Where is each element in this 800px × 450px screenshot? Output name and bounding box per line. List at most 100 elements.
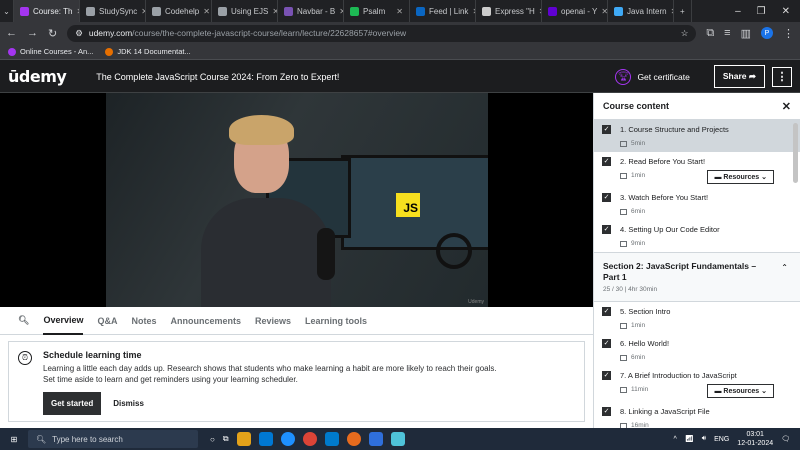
browser-tab[interactable]: Codehelp ✕	[146, 0, 212, 22]
udemy-header: ūdemy The Complete JavaScript Course 202…	[0, 61, 800, 93]
lecture-duration: 6min	[631, 354, 646, 361]
close-sidebar-icon[interactable]: ✕	[782, 100, 791, 113]
browser-tab[interactable]: openai - Y ✕	[542, 0, 608, 22]
lecture-item[interactable]: ✓ 4. Setting Up Our Code Editor 9min	[594, 220, 800, 252]
tab-notes[interactable]: Notes	[131, 307, 156, 335]
completed-checkbox-icon[interactable]: ✓	[602, 225, 611, 234]
url-field[interactable]: ⚙ udemy.com/course/the-complete-javascri…	[67, 24, 697, 42]
lecture-item[interactable]: ✓ 8. Linking a JavaScript File 16min	[594, 402, 800, 428]
lecture-item[interactable]: ✓ 7. A Brief Introduction to JavaScript 11…	[594, 366, 800, 402]
sidebar-scrollbar[interactable]	[793, 123, 798, 183]
volume-icon[interactable]: 🔊︎	[702, 435, 706, 443]
browser-menu-icon[interactable]: ⋮	[783, 27, 794, 40]
browser-tab[interactable]: Navbar - B✕	[278, 0, 344, 22]
lecture-item[interactable]: ✓ 1. Course Structure and Projects 5min	[594, 120, 800, 152]
resources-dropdown[interactable]: ▬ Resources ⌄	[707, 384, 774, 398]
app2-icon[interactable]	[390, 432, 405, 446]
bookmark-online-courses[interactable]: Online Courses - An...	[8, 47, 93, 56]
taskbar-search[interactable]: 🔍︎ Type here to search	[28, 430, 198, 448]
app-icon[interactable]	[346, 432, 361, 446]
windows-start-icon[interactable]: ⊞	[0, 435, 28, 444]
tab-search-icon[interactable]: 🔍︎	[18, 307, 29, 335]
close-window-icon[interactable]: ✕	[782, 6, 790, 17]
tab-learning-tools[interactable]: Learning tools	[305, 307, 367, 335]
udemy-logo[interactable]: ūdemy	[8, 67, 67, 86]
completed-checkbox-icon[interactable]: ✓	[602, 125, 611, 134]
tab-announcements[interactable]: Announcements	[170, 307, 241, 335]
share-button[interactable]: Share ➦	[713, 65, 765, 88]
tray-chevron-icon[interactable]: ^	[674, 436, 677, 443]
browser-tab[interactable]: Psalm ✕	[344, 0, 410, 22]
side-panel-icon[interactable]: ▥	[741, 27, 751, 40]
reload-icon[interactable]: ↻	[48, 27, 57, 40]
lecture-title: 6. Hello World!	[620, 339, 670, 348]
lecture-item[interactable]: ✓ 3. Watch Before You Start! 6min	[594, 188, 800, 220]
completed-checkbox-icon[interactable]: ✓	[602, 339, 611, 348]
section-title: Section 2: JavaScript Fundamentals – Par…	[603, 261, 757, 282]
site-info-icon[interactable]: ⚙	[75, 28, 83, 39]
section-header[interactable]: Section 2: JavaScript Fundamentals – Par…	[594, 252, 800, 302]
more-options-button[interactable]: ⋮	[772, 66, 792, 87]
lecture-item[interactable]: ✓ 6. Hello World! 6min	[594, 334, 800, 366]
lecture-item[interactable]: ✓ 2. Read Before You Start! 1min ▬ Resource…	[594, 152, 800, 188]
resources-dropdown[interactable]: ▬ Resources ⌄	[707, 170, 774, 184]
browser-tab[interactable]: Express "H✕	[476, 0, 542, 22]
course-content-sidebar: Course content ✕ ✓ 1. Course Structure an…	[593, 93, 800, 428]
browser-tab[interactable]: Using EJS✕	[212, 0, 278, 22]
close-tab-icon[interactable]: ✕	[601, 7, 607, 16]
completed-checkbox-icon[interactable]: ✓	[602, 307, 611, 316]
vscode-icon[interactable]	[324, 432, 339, 446]
lecture-title: 8. Linking a JavaScript File	[620, 407, 710, 416]
chrome-icon[interactable]	[302, 432, 317, 446]
video-player[interactable]: JS Udemy	[0, 93, 593, 307]
tab-search-icon[interactable]: ⌄	[0, 0, 14, 22]
alarm-clock-icon: ⏰︎	[18, 351, 32, 365]
bookmark-star-icon[interactable]: ☆	[681, 28, 689, 39]
tab-overview[interactable]: Overview	[43, 307, 84, 335]
mail-icon[interactable]	[258, 432, 273, 446]
dismiss-button[interactable]: Dismiss	[113, 399, 144, 408]
completed-checkbox-icon[interactable]: ✓	[602, 157, 611, 166]
get-certificate-button[interactable]: 🏆︎ Get certificate	[615, 68, 690, 85]
powershell-icon[interactable]	[368, 432, 383, 446]
tab-reviews[interactable]: Reviews	[255, 307, 291, 335]
microphone	[317, 228, 335, 280]
tab-favicon-icon	[350, 6, 359, 16]
bookmark-jdk-docs[interactable]: JDK 14 Documentat...	[105, 47, 191, 56]
browser-tab[interactable]: Feed | Link✕	[410, 0, 476, 22]
wifi-icon[interactable]: 📶︎	[685, 435, 694, 443]
close-tab-icon[interactable]: ✕	[203, 7, 210, 16]
cortana-icon[interactable]: ○	[210, 435, 215, 444]
tab-favicon-icon	[218, 6, 227, 16]
get-started-button[interactable]: Get started	[43, 392, 102, 415]
browser-tab[interactable]: Course: Th✕	[14, 0, 80, 22]
language-indicator[interactable]: ENG	[714, 436, 729, 443]
close-tab-icon[interactable]: ✕	[396, 7, 403, 16]
new-tab-button[interactable]: +	[674, 0, 692, 22]
chevron-up-icon[interactable]: ⌃	[781, 263, 788, 272]
tab-qa[interactable]: Q&A	[97, 307, 117, 335]
notifications-icon[interactable]: 🗨︎	[781, 435, 790, 443]
completed-checkbox-icon[interactable]: ✓	[602, 407, 611, 416]
reading-list-icon[interactable]: ≡	[724, 27, 730, 39]
video-frame[interactable]: JS Udemy	[106, 93, 488, 307]
browser-tab[interactable]: StudySync✕	[80, 0, 146, 22]
completed-checkbox-icon[interactable]: ✓	[602, 193, 611, 202]
task-view-icon[interactable]: ⧉	[223, 434, 229, 444]
edge-icon[interactable]	[280, 432, 295, 446]
completed-checkbox-icon[interactable]: ✓	[602, 371, 611, 380]
chevron-down-icon: ⌄	[759, 388, 767, 395]
maximize-icon[interactable]: ❐	[757, 6, 766, 17]
headphones-prop	[436, 233, 472, 269]
profile-avatar[interactable]: P	[761, 27, 773, 39]
overview-panel: ⏰︎ Schedule learning time Learning a lit…	[0, 335, 593, 428]
course-title[interactable]: The Complete JavaScript Course 2024: Fro…	[96, 72, 339, 82]
file-explorer-icon[interactable]	[236, 432, 251, 446]
extensions-icon[interactable]: ⧉	[706, 27, 714, 40]
browser-tab[interactable]: Java Intern✕	[608, 0, 674, 22]
lecture-item[interactable]: ✓ 5. Section Intro 1min	[594, 302, 800, 334]
forward-icon[interactable]: →	[27, 27, 38, 39]
back-icon[interactable]: ←	[6, 27, 17, 39]
clock[interactable]: 03:01 12-01-2024	[737, 430, 773, 448]
minimize-icon[interactable]: –	[735, 6, 741, 17]
